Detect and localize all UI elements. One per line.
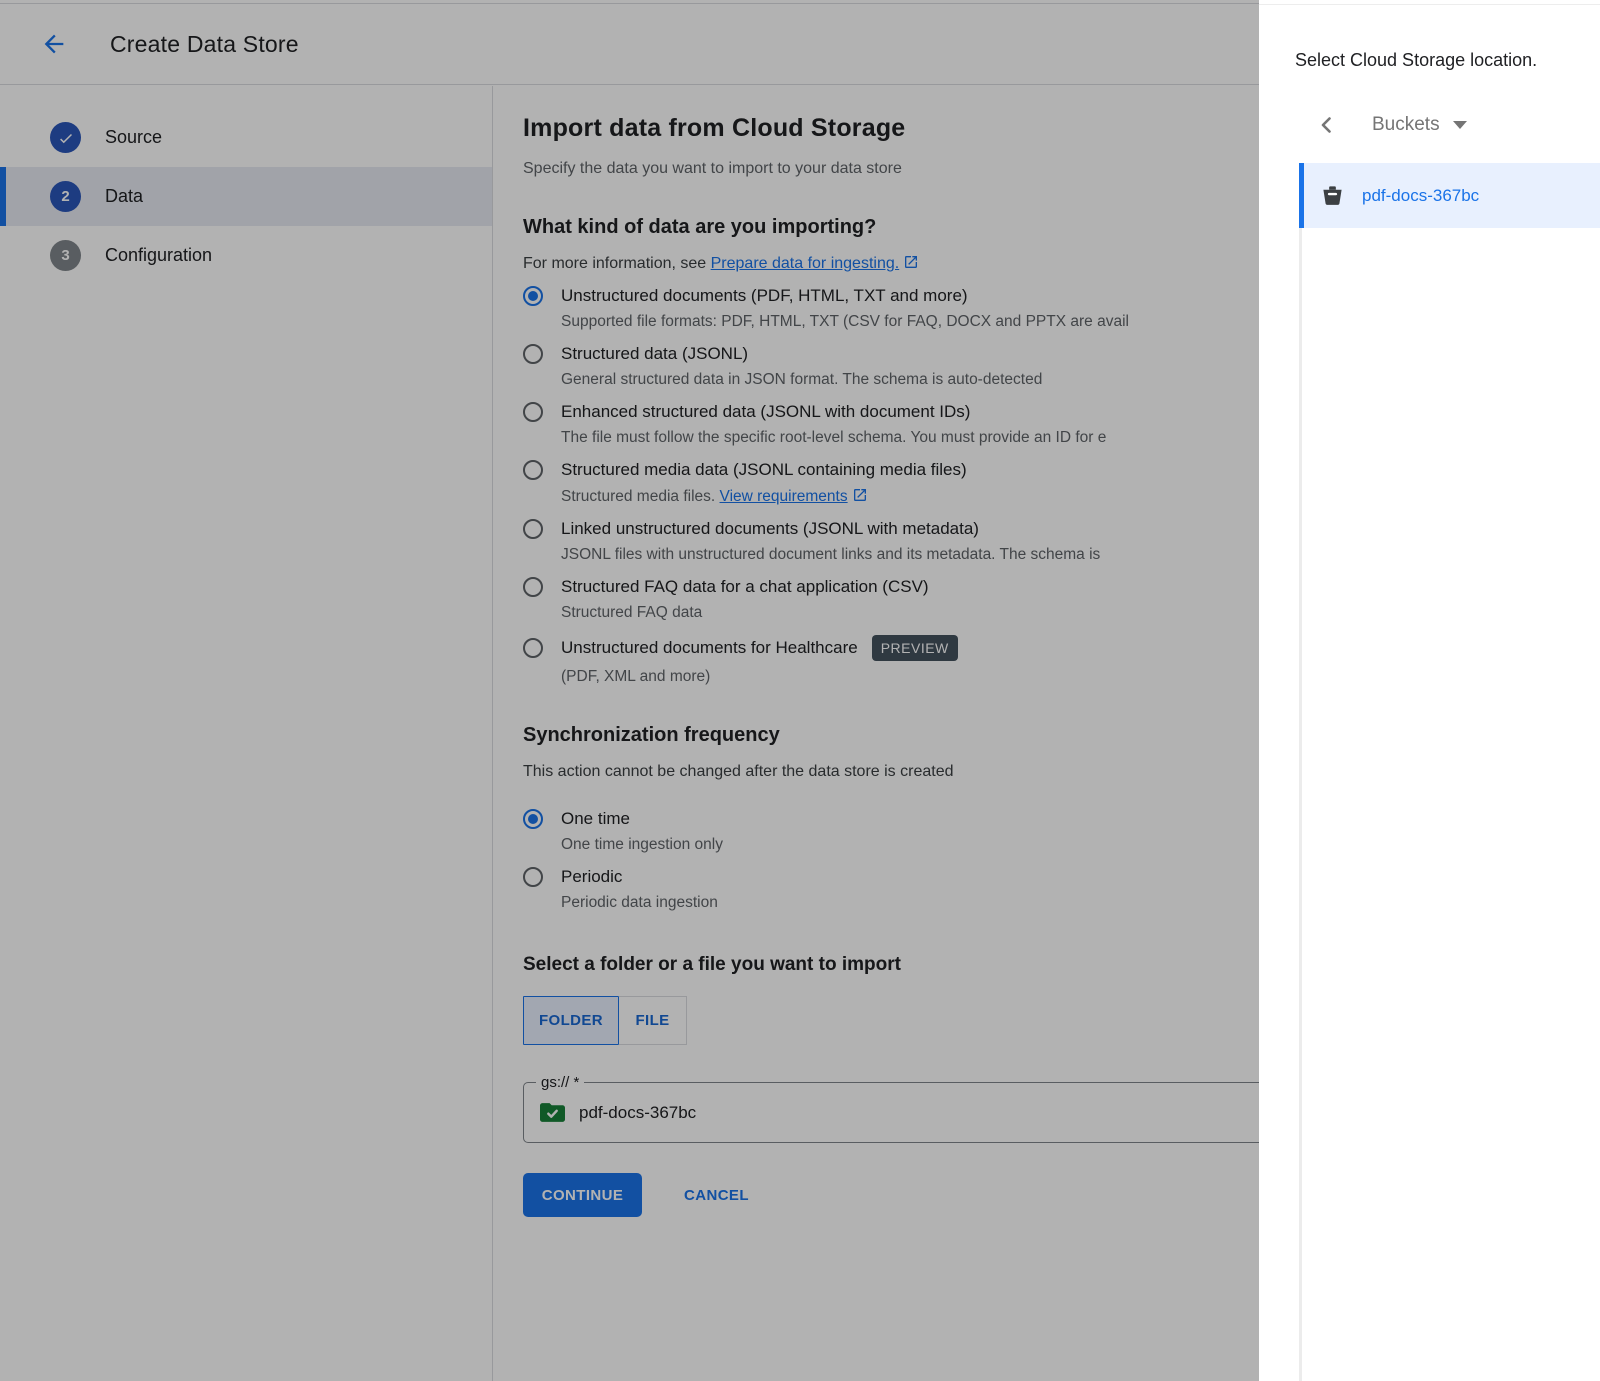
bucket-list-item-selected[interactable]: pdf-docs-367bc bbox=[1299, 163, 1600, 228]
buckets-dropdown[interactable]: Buckets bbox=[1372, 114, 1440, 136]
chevron-left-icon[interactable] bbox=[1315, 113, 1339, 137]
picker-title: Select Cloud Storage location. bbox=[1295, 50, 1537, 71]
bucket-name: pdf-docs-367bc bbox=[1362, 186, 1479, 206]
picker-breadcrumb-nav: Buckets bbox=[1315, 113, 1467, 137]
cloud-storage-picker-panel: Select Cloud Storage location. Buckets p… bbox=[1259, 0, 1600, 1381]
list-guide-line bbox=[1299, 163, 1302, 1381]
bucket-icon bbox=[1321, 184, 1344, 207]
dropdown-caret-icon[interactable] bbox=[1453, 121, 1467, 129]
